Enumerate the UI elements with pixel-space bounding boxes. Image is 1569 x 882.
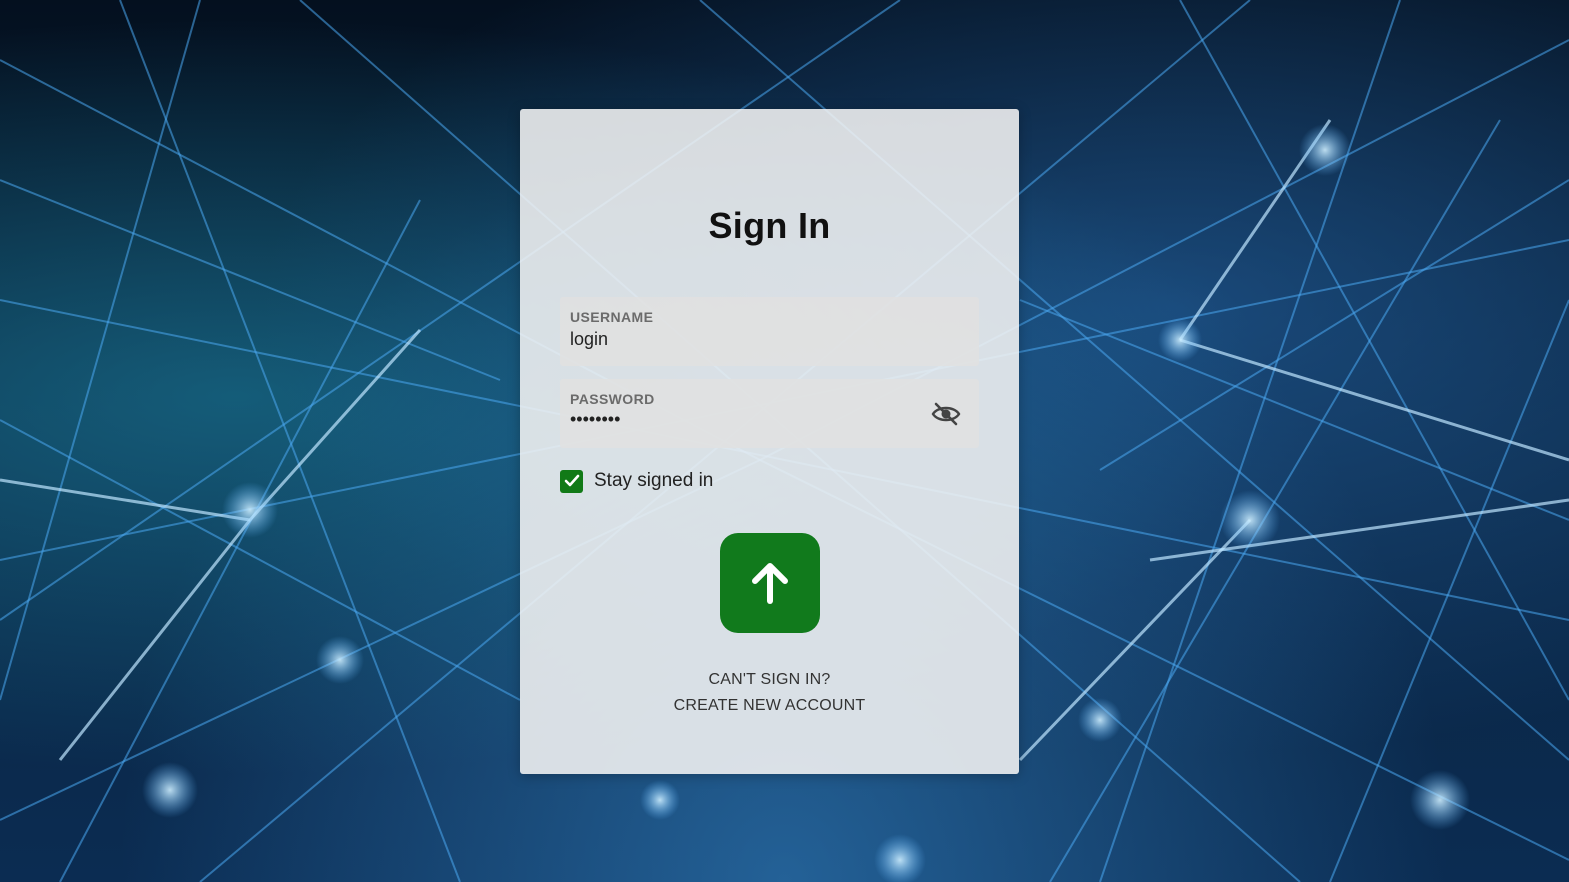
username-label: USERNAME <box>570 309 654 325</box>
stay-signed-in[interactable]: Stay signed in <box>560 469 713 493</box>
sign-in-button[interactable] <box>720 533 820 633</box>
password-label: PASSWORD <box>570 391 655 407</box>
eye-off-icon[interactable] <box>931 401 961 427</box>
checkmark-icon <box>564 474 579 487</box>
page-title: Sign In <box>708 205 831 246</box>
arrow-up-icon <box>752 563 788 604</box>
password-input[interactable]: •••••••• <box>570 409 620 430</box>
signin-card: Sign In USERNAME PASSWORD •••••••• Stay … <box>520 109 1019 774</box>
username-field[interactable]: USERNAME <box>560 297 979 366</box>
stay-signed-in-checkbox[interactable] <box>560 469 583 493</box>
password-field[interactable]: PASSWORD •••••••• <box>560 379 979 448</box>
username-input[interactable] <box>570 329 910 350</box>
cant-sign-in-link[interactable]: CAN'T SIGN IN? <box>520 671 1019 689</box>
create-account-link[interactable]: CREATE NEW ACCOUNT <box>520 697 1019 715</box>
stay-signed-in-label: Stay signed in <box>594 470 714 491</box>
